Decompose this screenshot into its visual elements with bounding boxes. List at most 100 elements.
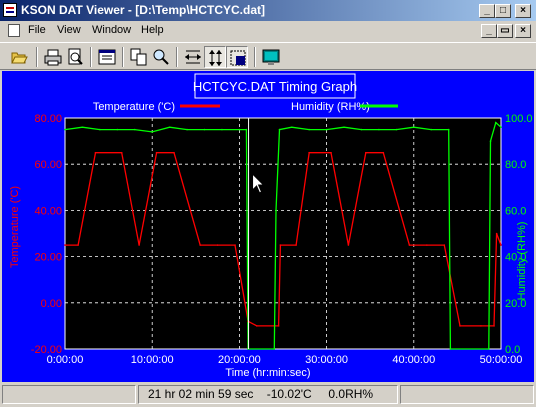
about-button[interactable] — [260, 46, 282, 68]
humidity-point — [500, 126, 502, 129]
humidity-point — [430, 128, 433, 131]
menu-help[interactable]: Help — [141, 24, 164, 36]
view-data-button[interactable] — [96, 46, 118, 68]
chart-title: HCTCYC.DAT Timing Graph — [193, 79, 357, 94]
humidity-point — [487, 348, 490, 350]
temperature-point — [382, 151, 385, 154]
temperature-point — [493, 325, 495, 327]
humidity-point — [221, 128, 223, 131]
print-preview-button[interactable] — [64, 46, 86, 68]
temperature-point — [64, 244, 66, 246]
x-tick-label: 30:00:00 — [305, 354, 348, 366]
menu-file[interactable]: File — [28, 24, 46, 36]
humidity-point — [378, 128, 380, 131]
humidity-point — [133, 128, 136, 131]
x-tick-label: 10:00:00 — [131, 354, 174, 366]
menu-window[interactable]: Window — [92, 24, 131, 36]
temperature-point — [295, 244, 297, 246]
app-icon — [3, 3, 17, 17]
humidity-point — [99, 128, 101, 131]
humidity-point — [245, 128, 248, 131]
legend-temperature-label: Temperature ('C) — [93, 101, 175, 113]
y2-tick-label: 80.0 — [505, 159, 526, 171]
humidity-point — [151, 131, 153, 133]
humidity-point — [116, 128, 119, 131]
print-icon — [44, 49, 62, 66]
toolbar — [0, 42, 536, 70]
y2-tick-label: 0.0 — [505, 344, 520, 356]
y-tick-label: 40.00 — [34, 205, 62, 217]
zoom-x-icon — [185, 50, 201, 64]
zoom-button[interactable] — [150, 46, 172, 68]
temperature-point — [480, 325, 482, 327]
status-panel-right — [400, 385, 534, 404]
mdi-minimize-button[interactable]: _ — [481, 24, 497, 38]
x-axis-label: Time (hr:min:sec) — [225, 367, 310, 379]
humidity-point — [360, 128, 363, 131]
y-axis-label: Temperature ('C) — [9, 186, 21, 268]
y2-tick-label: 100.0 — [505, 113, 533, 125]
y-tick-label: 60.00 — [34, 159, 62, 171]
humidity-point — [275, 209, 277, 212]
temperature-point — [120, 151, 123, 154]
humidity-point — [203, 128, 206, 131]
humidity-point — [81, 126, 84, 129]
status-bar: 21 hr 02 min 59 sec -10.02'C 0.0RH% — [0, 383, 536, 407]
temperature-point — [277, 325, 280, 327]
humidity-point — [64, 128, 66, 131]
humidity-point — [494, 121, 497, 124]
zoom-y-icon — [209, 50, 222, 66]
temperature-point — [216, 244, 219, 246]
document-icon[interactable] — [8, 24, 20, 37]
temperature-point — [234, 244, 236, 246]
plot-area — [64, 117, 502, 350]
humidity-point — [325, 128, 328, 131]
humidity-point — [449, 348, 452, 350]
y-tick-label: -20.00 — [31, 344, 62, 356]
x-tick-label: 40:00:00 — [392, 354, 435, 366]
close-button[interactable]: × — [515, 4, 531, 18]
toolbar-separator — [122, 47, 124, 67]
mdi-close-button[interactable]: × — [515, 24, 531, 38]
print-button[interactable] — [42, 46, 64, 68]
open-icon — [11, 52, 28, 64]
humidity-point — [489, 140, 492, 142]
humidity-point — [395, 128, 398, 131]
window-title: KSON DAT Viewer - [D:\Temp\HCTCYC.dat] — [21, 3, 266, 17]
temperature-point — [77, 244, 79, 246]
copy-button[interactable] — [128, 46, 150, 68]
chart-area: HCTCYC.DAT Timing Graph Temperature ('C)… — [2, 71, 534, 382]
temperature-point — [199, 244, 201, 246]
maximize-button[interactable]: □ — [495, 4, 511, 18]
y-tick-label: 0.00 — [41, 298, 62, 310]
temperature-point — [256, 325, 258, 327]
toolbar-separator — [176, 47, 178, 67]
mdi-restore-button[interactable]: ▭ — [497, 24, 513, 38]
y-tick-label: 20.00 — [34, 252, 62, 264]
timing-chart[interactable]: HCTCYC.DAT Timing Graph Temperature ('C)… — [2, 71, 534, 382]
temperature-point — [500, 244, 502, 246]
zoom-icon — [153, 49, 169, 65]
humidity-point — [168, 126, 171, 129]
y2-tick-label: 60.0 — [505, 205, 526, 217]
temperature-point — [308, 151, 310, 154]
temperature-point — [443, 244, 446, 246]
temperature-point — [279, 244, 282, 246]
zoom-box-button[interactable] — [226, 46, 248, 68]
open-button[interactable] — [8, 46, 30, 68]
temperature-point — [347, 244, 350, 246]
zoom-box-icon — [230, 50, 246, 66]
humidity-point — [186, 128, 188, 131]
toolbar-separator — [90, 47, 92, 67]
humidity-point — [238, 128, 241, 131]
zoom-y-button[interactable] — [204, 46, 226, 68]
legend-humidity-label: Humidity (RH%) — [291, 101, 370, 113]
humidity-point — [413, 126, 415, 129]
view-data-icon — [98, 49, 116, 65]
menu-view[interactable]: View — [57, 24, 81, 36]
minimize-button[interactable]: _ — [479, 4, 495, 18]
toolbar-separator — [36, 47, 38, 67]
humidity-point — [278, 128, 281, 131]
zoom-x-button[interactable] — [182, 46, 204, 68]
humidity-point — [343, 126, 345, 129]
